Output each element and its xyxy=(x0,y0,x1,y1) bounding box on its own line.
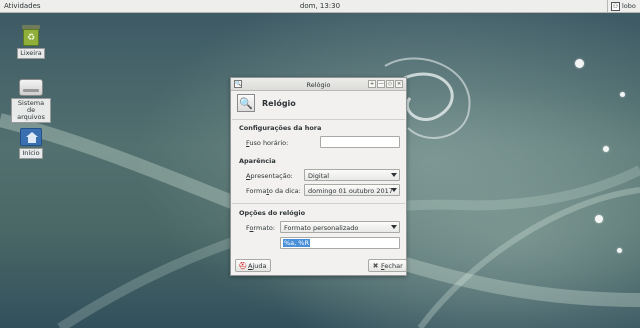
custom-format-input[interactable]: %a, %R xyxy=(280,237,400,249)
desktop-icon-trash[interactable]: ♻ Lixeira xyxy=(9,24,53,59)
maximize-icon[interactable]: ◇ xyxy=(386,80,394,88)
help-icon: ⛑ xyxy=(238,261,247,270)
close-button-label: Fechar xyxy=(381,261,403,270)
section-title-appearance: Aparência xyxy=(239,157,276,165)
chevron-down-icon xyxy=(391,225,397,229)
layout-select-value: Digital xyxy=(308,172,330,180)
help-button[interactable]: ⛑ Ajuda xyxy=(235,259,271,272)
minimize-icon[interactable]: — xyxy=(377,80,385,88)
wallpaper-dot xyxy=(617,248,622,253)
dialog-titlebar[interactable]: 🔍 Relógio + — ◇ × xyxy=(231,78,406,91)
clock-display[interactable]: dom, 13:30 xyxy=(0,2,640,10)
layout-select[interactable]: Digital xyxy=(304,169,400,181)
user-name: lobo xyxy=(622,2,636,10)
help-button-label: Ajuda xyxy=(248,261,267,270)
desktop-icon-label: Início xyxy=(19,148,43,159)
layout-label: Apresentação: xyxy=(246,172,293,180)
wallpaper-dot xyxy=(620,92,625,97)
top-bar: Atividades dom, 13:30 ⚇ lobo xyxy=(0,0,640,13)
format-label: Formato: xyxy=(246,224,276,232)
desktop-icon-filesystem[interactable]: Sistema de arquivos xyxy=(9,79,53,123)
clock-settings-icon: 🔍 xyxy=(237,94,255,112)
user-icon: ⚇ xyxy=(611,1,620,11)
section-title-clock-options: Opções do relógio xyxy=(239,209,306,217)
desktop-icon-home[interactable]: Início xyxy=(9,128,53,159)
desktop-icon-label: Sistema de arquivos xyxy=(11,98,51,123)
wallpaper-dot xyxy=(603,146,609,152)
shade-icon[interactable]: + xyxy=(368,80,376,88)
chevron-down-icon xyxy=(391,188,397,192)
section-title-time: Configurações da hora xyxy=(239,124,322,132)
header-divider xyxy=(232,119,405,120)
timezone-input[interactable] xyxy=(320,136,400,148)
dialog-header-title: Relógio xyxy=(262,98,296,108)
format-select-value: Formato personalizado xyxy=(284,224,359,232)
user-menu[interactable]: ⚇ lobo xyxy=(607,0,640,12)
desktop-icon-label: Lixeira xyxy=(17,48,45,59)
chevron-down-icon xyxy=(391,173,397,177)
format-select[interactable]: Formato personalizado xyxy=(280,221,400,233)
close-button[interactable]: ✖ Fechar xyxy=(368,259,407,272)
home-folder-icon xyxy=(20,128,42,146)
close-icon[interactable]: × xyxy=(395,80,403,88)
wallpaper-dot xyxy=(595,215,603,223)
close-tools-icon: ✖ xyxy=(372,261,379,270)
timezone-label: Fuso horário: xyxy=(246,139,289,147)
tooltip-format-select[interactable]: domingo 01 outubro 2017 xyxy=(304,184,400,196)
tooltip-format-label: Formato da dica: xyxy=(246,187,301,195)
clock-settings-dialog: 🔍 Relógio + — ◇ × 🔍 Relógio Configuraçõe… xyxy=(230,77,407,276)
section-divider xyxy=(232,203,405,204)
custom-format-value: %a, %R xyxy=(283,239,310,247)
dialog-header: 🔍 Relógio xyxy=(237,94,296,112)
trash-icon: ♻ xyxy=(21,24,41,46)
drive-icon xyxy=(19,79,43,96)
tooltip-format-value: domingo 01 outubro 2017 xyxy=(308,187,393,195)
wallpaper-dot xyxy=(575,59,584,68)
